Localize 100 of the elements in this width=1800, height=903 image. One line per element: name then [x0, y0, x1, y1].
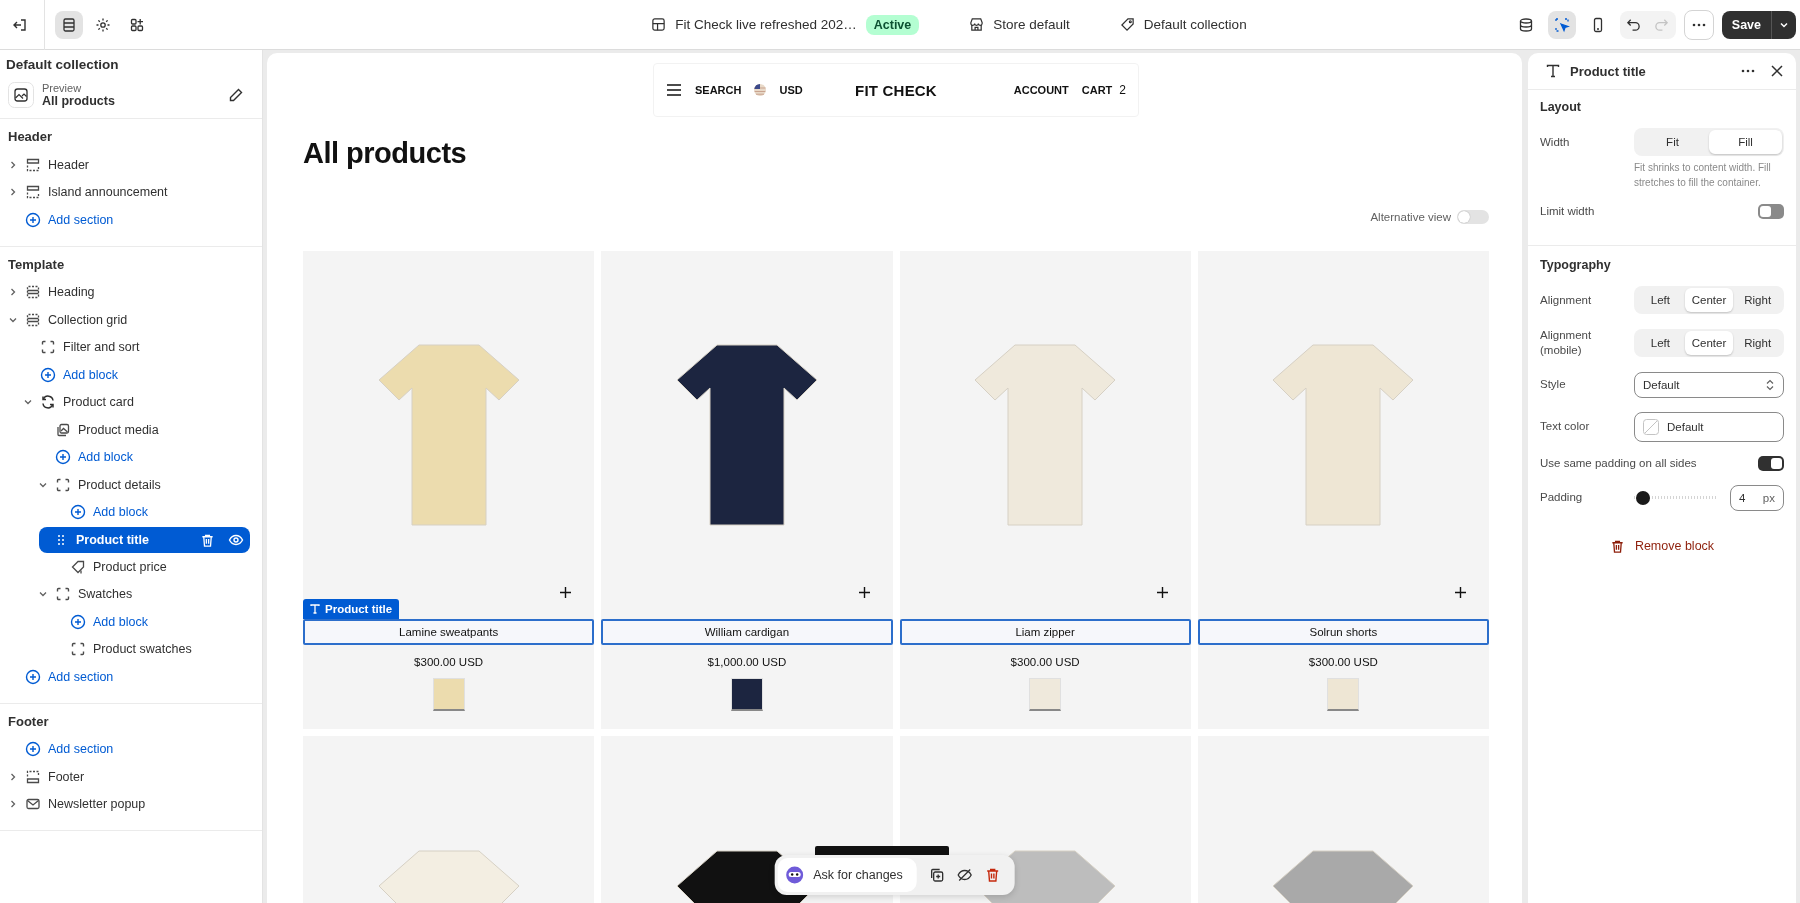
product-card[interactable]: William cardigan $1,000.00 USD — [601, 251, 893, 729]
add-button[interactable]: Add block — [0, 443, 250, 471]
section-icon — [25, 156, 41, 173]
tree-item[interactable]: Product media — [0, 416, 250, 444]
add-button[interactable]: Add block — [0, 498, 250, 526]
hide-icon[interactable] — [956, 867, 973, 883]
inspector-icon[interactable] — [1547, 10, 1576, 39]
tag-icon — [1119, 17, 1135, 32]
setting-label: Style — [1540, 377, 1567, 393]
tree-item[interactable]: Heading — [0, 278, 250, 306]
toggle-switch[interactable] — [1758, 455, 1784, 471]
block-icon — [55, 476, 71, 493]
account-link[interactable]: ACCOUNT — [1013, 84, 1069, 96]
color-swatch[interactable] — [432, 678, 465, 711]
segment-option[interactable]: Left — [1636, 288, 1685, 312]
toggle-switch[interactable] — [1457, 210, 1489, 224]
product-card[interactable]: Product title Lamine sweatpants $300.00 USD — [303, 251, 595, 729]
eye-icon[interactable] — [228, 532, 244, 548]
setting-label: Limit width — [1540, 204, 1596, 219]
flag-icon[interactable] — [754, 84, 767, 96]
plus-circle-icon — [70, 504, 86, 521]
duplicate-icon[interactable] — [928, 867, 945, 883]
setting-label: Alignment — [1540, 292, 1593, 308]
product-title[interactable]: William cardigan — [601, 619, 893, 645]
search-link[interactable]: SEARCH — [695, 84, 742, 96]
theme-selector[interactable]: Fit Check live refreshed 202… Active — [651, 14, 920, 35]
chevron-icon[interactable] — [8, 187, 18, 198]
plus-icon[interactable] — [559, 586, 573, 599]
segment-option[interactable]: Left — [1636, 330, 1685, 355]
template-selector[interactable]: Default collection — [1119, 14, 1247, 35]
close-icon[interactable] — [1770, 64, 1784, 78]
currency-selector[interactable]: USD — [779, 84, 803, 96]
add-button[interactable]: Add block — [0, 608, 250, 636]
cart-link[interactable]: CART — [1081, 84, 1113, 96]
segment-option[interactable]: Center — [1684, 288, 1734, 312]
segment-option[interactable]: Right — [1733, 330, 1782, 355]
tree-item[interactable]: Swatches — [0, 580, 250, 608]
add-button[interactable]: Add block — [0, 361, 250, 389]
product-title[interactable]: Liam zipper — [899, 619, 1191, 645]
empty-color-icon — [1643, 418, 1659, 435]
product-price: $300.00 USD — [1307, 656, 1379, 668]
menu-icon[interactable] — [666, 84, 682, 96]
section-icon — [25, 768, 41, 785]
assistant-icon — [785, 866, 804, 884]
plus-icon[interactable] — [857, 586, 871, 599]
plus-circle-icon — [55, 449, 71, 466]
delete-icon[interactable] — [200, 532, 215, 548]
toggle-switch[interactable] — [1758, 204, 1784, 219]
product-title[interactable]: Lamine sweatpants — [303, 619, 595, 645]
product-price: $1,000.00 USD — [706, 656, 788, 668]
padding-input[interactable]: 4 px — [1730, 484, 1784, 511]
ask-for-changes-button[interactable]: Ask for changes — [777, 858, 917, 892]
chevron-icon[interactable] — [8, 771, 18, 782]
plus-icon[interactable] — [1454, 586, 1467, 599]
tree-item[interactable]: Collection grid — [0, 306, 250, 334]
tree-item[interactable]: Product details — [0, 471, 250, 499]
slider-thumb[interactable] — [1636, 490, 1651, 505]
text-icon — [1546, 64, 1560, 78]
edit-icon[interactable] — [228, 87, 244, 103]
add-button[interactable]: Add section — [0, 663, 250, 691]
style-select[interactable]: Default — [1634, 371, 1784, 398]
tree-item[interactable]: Footer — [0, 763, 250, 791]
product-price: $300.00 USD — [1009, 656, 1081, 668]
color-picker[interactable]: Default — [1634, 411, 1784, 442]
add-button[interactable]: Add section — [0, 206, 250, 234]
plus-circle-icon — [40, 366, 56, 383]
tree-item[interactable]: Product title — [39, 527, 250, 553]
color-swatch[interactable] — [730, 678, 763, 711]
store-selector[interactable]: Store default — [969, 14, 1070, 35]
color-swatch[interactable] — [1029, 678, 1062, 711]
tree-item[interactable]: Filter and sort — [0, 333, 250, 361]
chevron-icon[interactable] — [8, 287, 18, 298]
segment-option[interactable]: Right — [1733, 288, 1782, 312]
tree-item[interactable]: Header — [0, 151, 250, 179]
segment-option[interactable]: Fill — [1709, 130, 1782, 154]
store-logo[interactable]: FIT CHECK — [855, 81, 937, 99]
preview-label: Preview — [42, 82, 83, 94]
setting-label: Padding — [1540, 490, 1584, 506]
delete-icon[interactable] — [984, 867, 1001, 883]
product-card[interactable]: Liam zipper $300.00 USD — [899, 251, 1191, 729]
tree-item[interactable]: Product price — [0, 553, 250, 581]
color-swatch[interactable] — [1327, 678, 1360, 711]
product-card[interactable]: Solrun shorts $300.00 USD — [1197, 251, 1489, 729]
chevron-icon[interactable] — [8, 799, 18, 810]
product-title[interactable]: Solrun shorts — [1197, 619, 1489, 645]
plus-circle-icon — [25, 741, 41, 758]
tree-item[interactable]: Product card — [0, 388, 250, 416]
collection-heading: All products — [303, 137, 468, 170]
segment-option[interactable]: Fit — [1636, 130, 1709, 154]
segment-option[interactable]: Center — [1684, 330, 1734, 355]
section-heading: Footer — [7, 713, 50, 731]
sections-icon[interactable] — [55, 10, 83, 39]
tree-item[interactable]: Newsletter popup — [0, 790, 250, 818]
tree-item[interactable]: Product swatches — [0, 635, 250, 663]
add-button[interactable]: Add section — [0, 735, 250, 763]
alternative-view-label: Alternative view — [1370, 211, 1451, 223]
tree-item[interactable]: Island announcement — [0, 178, 250, 206]
remove-block-button[interactable]: Remove block — [1601, 534, 1723, 558]
plus-icon[interactable] — [1155, 586, 1169, 599]
chevron-icon[interactable] — [8, 159, 18, 170]
